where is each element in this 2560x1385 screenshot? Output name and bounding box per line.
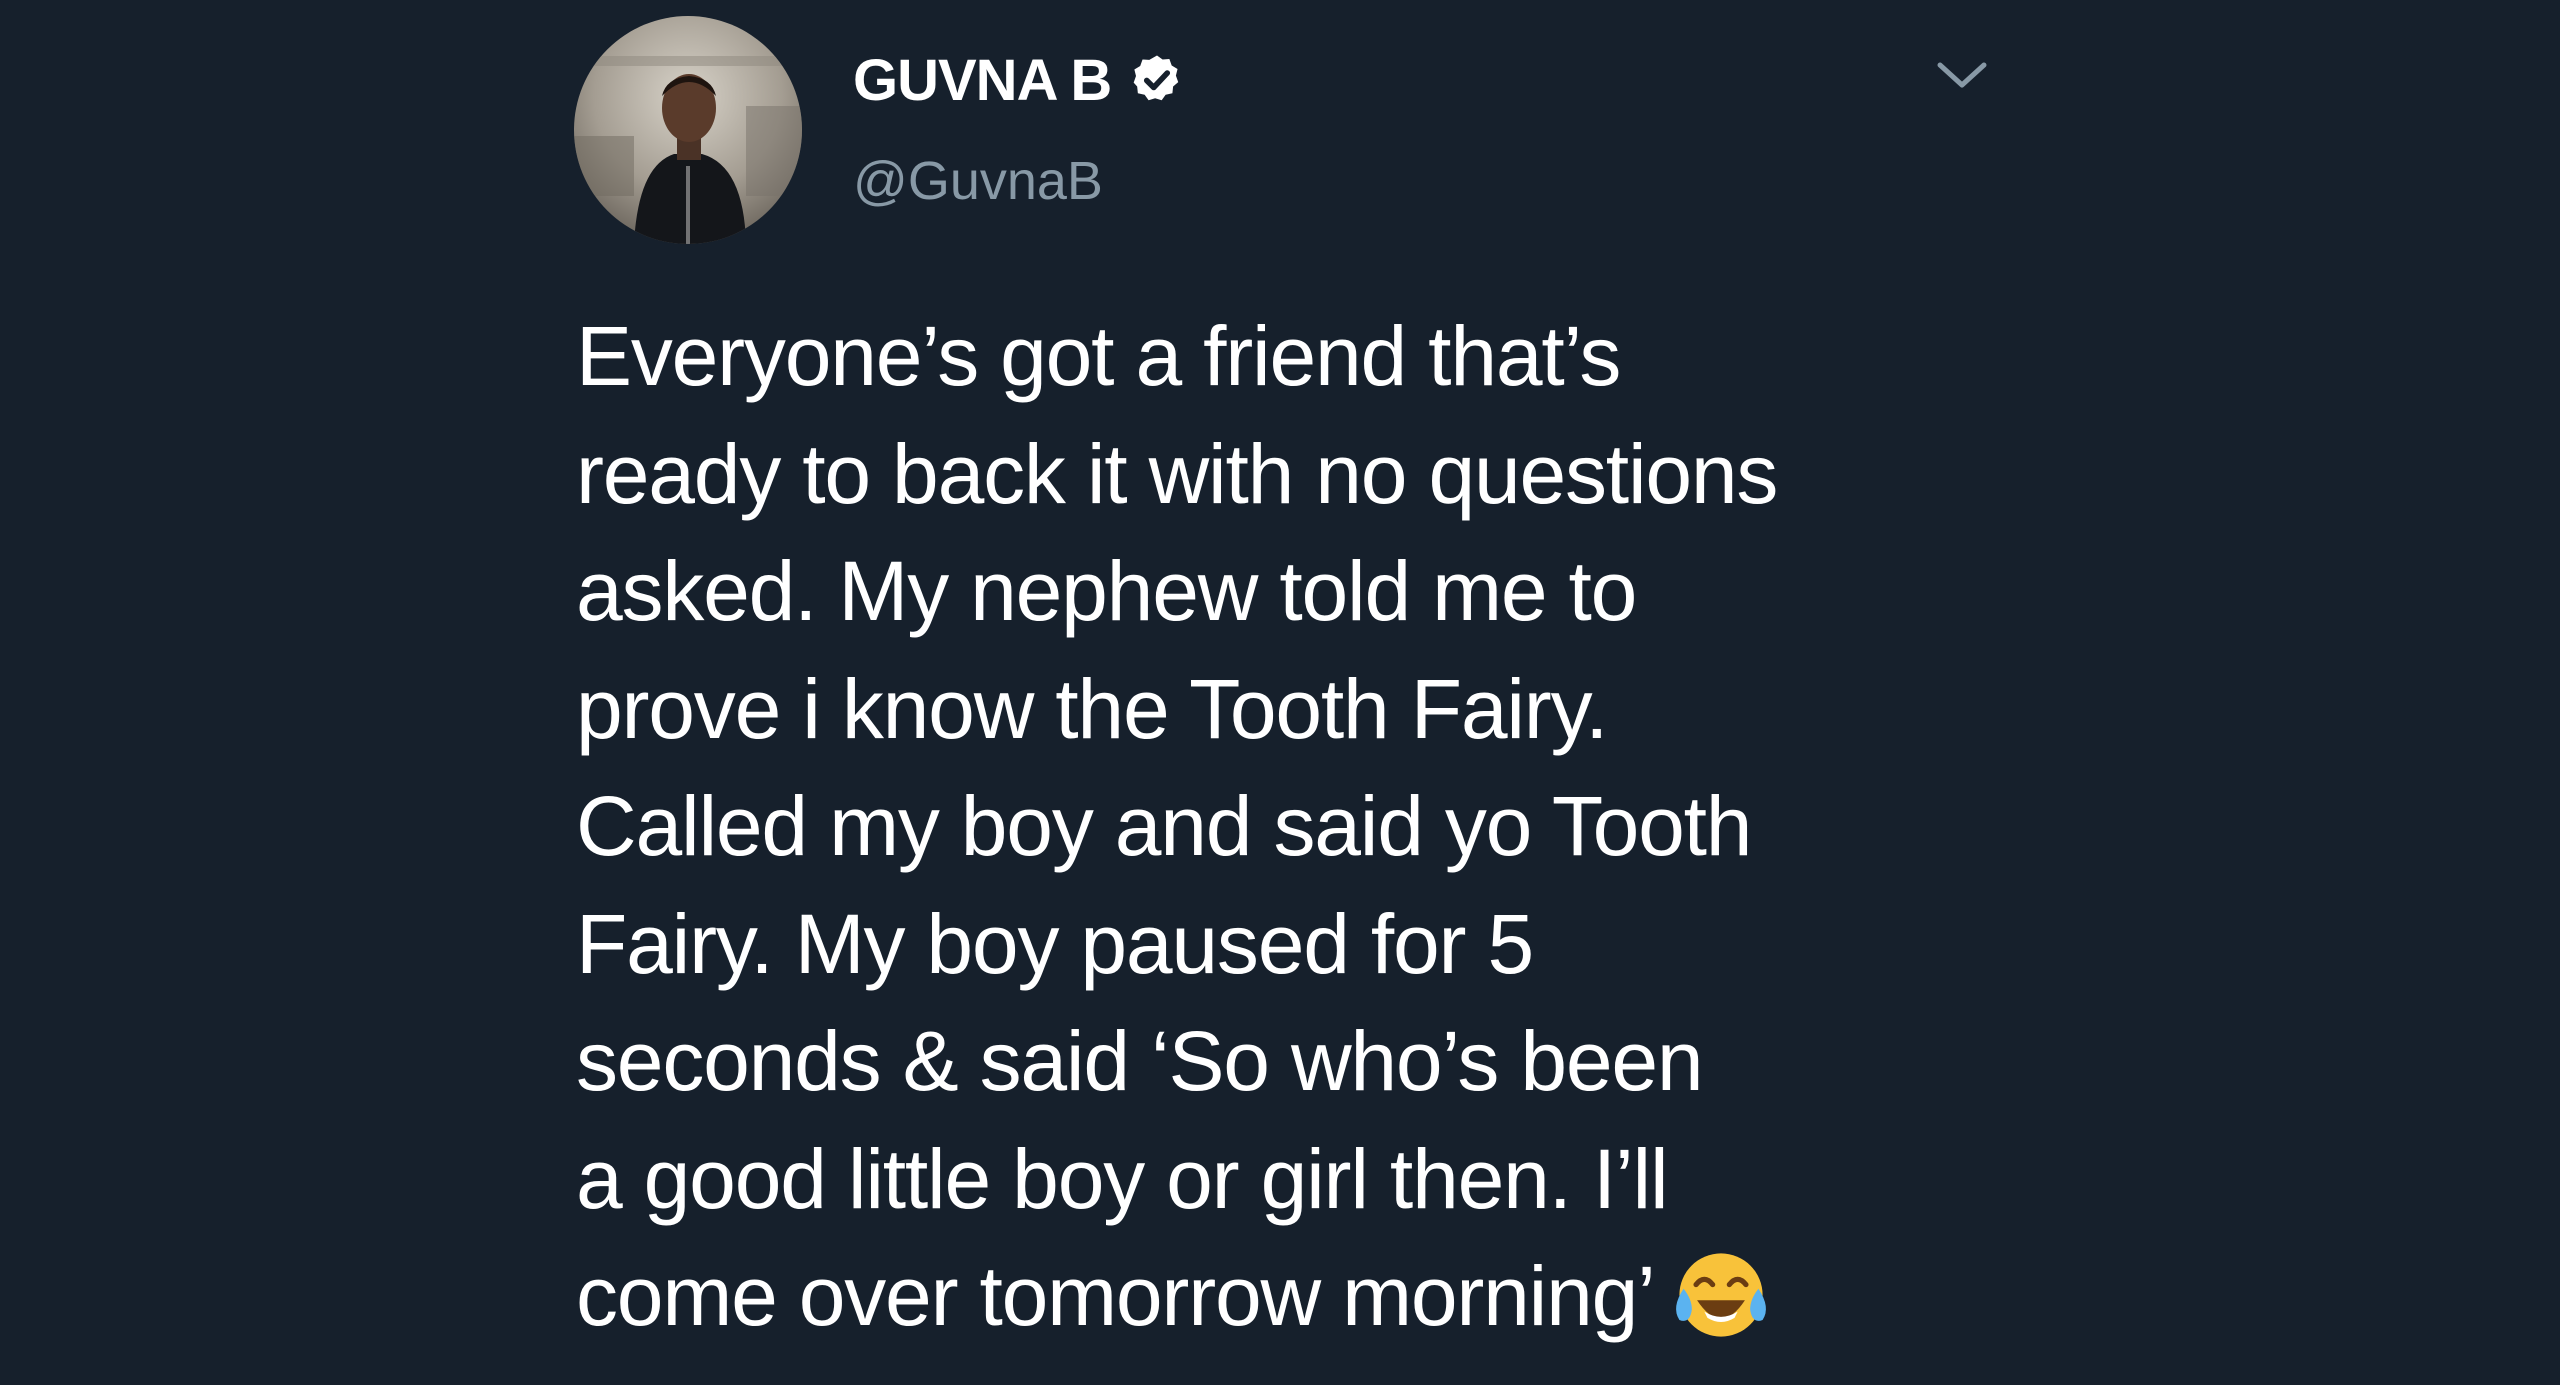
tweet-text-line: seconds & said ‘So who’s been <box>576 1014 1704 1108</box>
tweet-text-line: a good little boy or girl then. I’ll <box>576 1131 1669 1226</box>
chevron-down-icon[interactable] <box>1932 50 1992 100</box>
face-with-tears-of-joy-icon <box>1669 1243 1773 1347</box>
tweet-text: Everyone’s got a friend that’s ready to … <box>576 298 2036 1356</box>
verified-badge-icon <box>1133 55 1179 101</box>
tweet-text-line: prove i know the Tooth Fairy. <box>576 661 1608 756</box>
tweet-text-line: ready to back it with no questions <box>576 426 1778 521</box>
tweet-text-line: Fairy. My boy paused for 5 <box>576 896 1534 991</box>
author-name-row[interactable]: GUVNA B <box>853 44 1185 116</box>
tweet-text-line: Called my boy and said yo Tooth <box>576 779 1753 873</box>
author-handle[interactable]: @GuvnaB <box>853 150 1103 212</box>
tweet-text-last-line: come over tomorrow morning’ <box>576 1238 2036 1356</box>
tweet-text-line: Everyone’s got a friend that’s <box>576 309 1621 403</box>
avatar[interactable] <box>574 16 802 244</box>
tweet-text-line: asked. My nephew told me to <box>576 544 1637 638</box>
tweet-text-line: come over tomorrow morning’ <box>576 1249 1656 1343</box>
tweet-card: GUVNA B @GuvnaB Everyone’s got a friend … <box>0 0 2560 1385</box>
author-display-name[interactable]: GUVNA B <box>853 47 1112 114</box>
